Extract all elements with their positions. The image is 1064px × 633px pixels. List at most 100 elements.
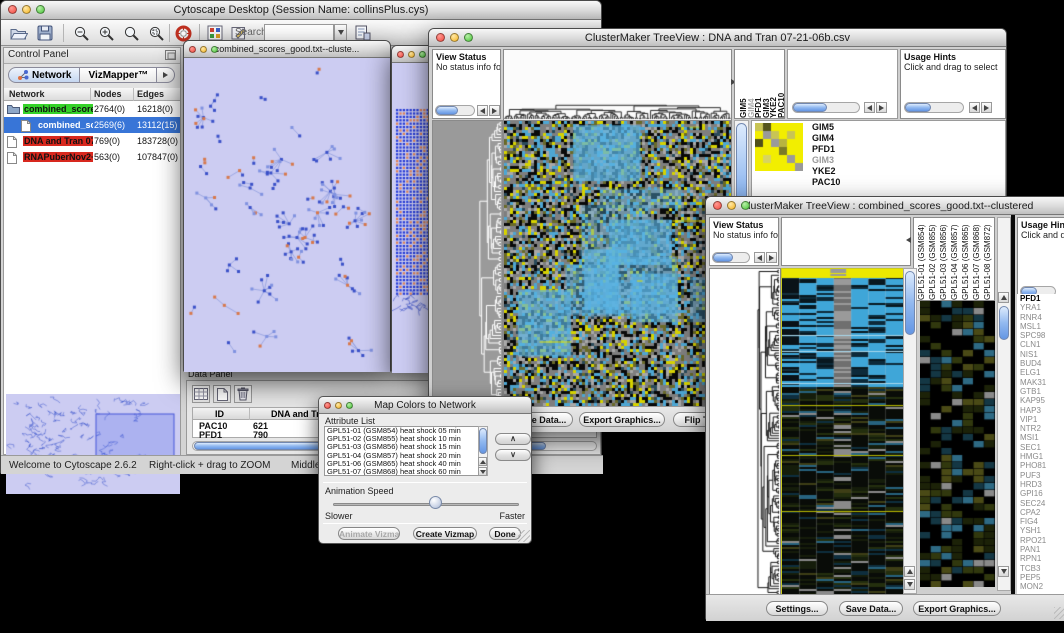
scroll-thumb[interactable] (793, 103, 827, 112)
scroll-right-button[interactable] (766, 252, 777, 263)
zoom-heatmap-canvas[interactable] (920, 301, 995, 587)
heatmap-canvas[interactable] (781, 268, 904, 596)
minimize-button[interactable] (408, 51, 415, 58)
zoom-button[interactable] (346, 402, 353, 409)
col-edges[interactable]: Edges (137, 89, 164, 99)
treeview1-title-bar[interactable]: ClusterMaker TreeView : DNA and Tran 07-… (429, 29, 1006, 47)
close-button[interactable] (713, 201, 722, 210)
network-overview-thumbnail[interactable] (6, 394, 180, 494)
network-canvas[interactable] (184, 58, 390, 372)
splitter-arrow-icon[interactable] (906, 237, 911, 243)
column-dendrogram-area[interactable] (781, 217, 911, 266)
col-network[interactable]: Network (9, 89, 45, 99)
tab-vizmapper[interactable]: VizMapper™ (80, 67, 157, 83)
usage-hints-title: Usage Hints (901, 50, 1005, 62)
new-document-icon (217, 388, 228, 401)
scroll-up-button[interactable] (998, 292, 1009, 303)
row-dendrogram-canvas[interactable] (709, 268, 781, 596)
scroll-down-button[interactable] (998, 566, 1009, 577)
network-row[interactable]: DNA and Tran 07 769(0) 183728(0) (4, 133, 180, 149)
scroll-right-button[interactable] (981, 102, 992, 113)
float-panel-icon[interactable] (165, 50, 176, 63)
open-session-button[interactable] (9, 23, 29, 43)
document-icon (7, 136, 17, 150)
zoom-button[interactable] (36, 5, 45, 14)
settings-button[interactable]: Settings... (766, 601, 828, 616)
scroll-left-button[interactable] (969, 102, 980, 113)
scroll-thumb[interactable] (713, 253, 733, 262)
treeview2-title-bar[interactable]: ClusterMaker TreeView : combined_scores_… (706, 197, 1064, 215)
scroll-up-button[interactable] (478, 457, 487, 466)
main-title-bar[interactable]: Cytoscape Desktop (Session Name: collins… (1, 1, 601, 20)
col-id[interactable]: ID (215, 409, 224, 419)
dialog-title-bar[interactable]: Map Colors to Network (319, 397, 531, 414)
create-vizmap-button[interactable]: Create Vizmap (413, 527, 477, 540)
scroll-down-button[interactable] (904, 579, 915, 590)
zoom-selected-button[interactable] (146, 23, 166, 43)
network-row[interactable]: RNAPuberNov2+| 563(0) 107847(0) (4, 149, 180, 165)
new-attribute-button[interactable] (213, 385, 231, 403)
network-window-title-bar[interactable]: combined_scores_good.txt--cluste... (184, 41, 390, 58)
scroll-thumb[interactable] (436, 106, 458, 115)
animation-speed-slider-thumb[interactable] (429, 496, 442, 509)
close-button[interactable] (189, 46, 196, 53)
zoom-out-button[interactable] (71, 23, 91, 43)
close-button[interactable] (324, 402, 331, 409)
network-edges-count: 16218(0) (137, 104, 173, 114)
export-graphics-button[interactable]: Export Graphics... (913, 601, 1001, 616)
export-graphics-button[interactable]: Export Graphics... (579, 412, 665, 427)
delete-attribute-button[interactable] (234, 385, 252, 403)
row-dendrogram-canvas[interactable] (432, 120, 503, 407)
search-input[interactable] (264, 24, 334, 41)
scroll-down-button[interactable] (478, 467, 487, 476)
minimize-button[interactable] (22, 5, 31, 14)
move-down-button[interactable]: ∨ (495, 449, 531, 461)
scroll-thumb[interactable] (905, 271, 915, 335)
zoom-button[interactable] (741, 201, 750, 210)
scroll-right-button[interactable] (489, 105, 500, 116)
attribute-list[interactable]: GPL51-01 (GSM854) heat shock 05 minGPL51… (324, 426, 488, 476)
scroll-right-button[interactable] (876, 102, 887, 113)
zoom-button[interactable] (211, 46, 218, 53)
scroll-up-button[interactable] (904, 566, 915, 577)
done-button[interactable]: Done (489, 527, 521, 540)
close-button[interactable] (436, 33, 445, 42)
zoom-fit-button[interactable] (121, 23, 141, 43)
scroll-left-button[interactable] (754, 252, 765, 263)
close-button[interactable] (397, 51, 404, 58)
close-button[interactable] (8, 5, 17, 14)
scroll-left-button[interactable] (864, 102, 875, 113)
animation-speed-slider-track[interactable] (333, 503, 519, 506)
zoom-in-button[interactable] (96, 23, 116, 43)
scroll-thumb[interactable] (999, 306, 1009, 340)
attribute-item[interactable]: GPL51-07 (GSM868) heat shock 60 min (325, 468, 487, 476)
control-panel-tabs: Network VizMapper™ (4, 64, 180, 86)
move-up-button[interactable]: ∧ (495, 433, 531, 445)
minimize-button[interactable] (335, 402, 342, 409)
network-row[interactable]: combined_scores 2764(0) 16218(0) (4, 101, 180, 117)
save-session-button[interactable] (35, 23, 55, 43)
attribute-select-button[interactable] (192, 385, 210, 403)
search-dropdown-button[interactable] (334, 24, 347, 41)
minimize-button[interactable] (727, 201, 736, 210)
scroll-thumb[interactable] (905, 103, 931, 112)
zoom-heatmap-canvas[interactable] (755, 123, 803, 171)
animate-vizmap-button[interactable]: Animate Vizmap (338, 527, 400, 540)
resize-grip[interactable] (1054, 607, 1064, 619)
network-name: DNA and Tran 07 (23, 136, 93, 146)
zoom-button[interactable] (464, 33, 473, 42)
animation-speed-label: Animation Speed (325, 486, 394, 496)
minimize-button[interactable] (200, 46, 207, 53)
zoom-button[interactable] (419, 51, 426, 58)
col-nodes[interactable]: Nodes (94, 89, 122, 99)
network-row[interactable]: combined_sco 2569(6) 13112(15) (4, 117, 180, 133)
minimize-button[interactable] (450, 33, 459, 42)
scroll-left-button[interactable] (477, 105, 488, 116)
save-data-button[interactable]: Save Data... (839, 601, 903, 616)
tab-overflow-button[interactable] (157, 67, 175, 83)
tab-network[interactable]: Network (8, 67, 80, 83)
scroll-thumb[interactable] (479, 428, 487, 454)
column-dendrogram-canvas[interactable] (503, 49, 732, 121)
heatmap-canvas[interactable] (503, 120, 732, 407)
resize-grip[interactable] (518, 530, 530, 542)
